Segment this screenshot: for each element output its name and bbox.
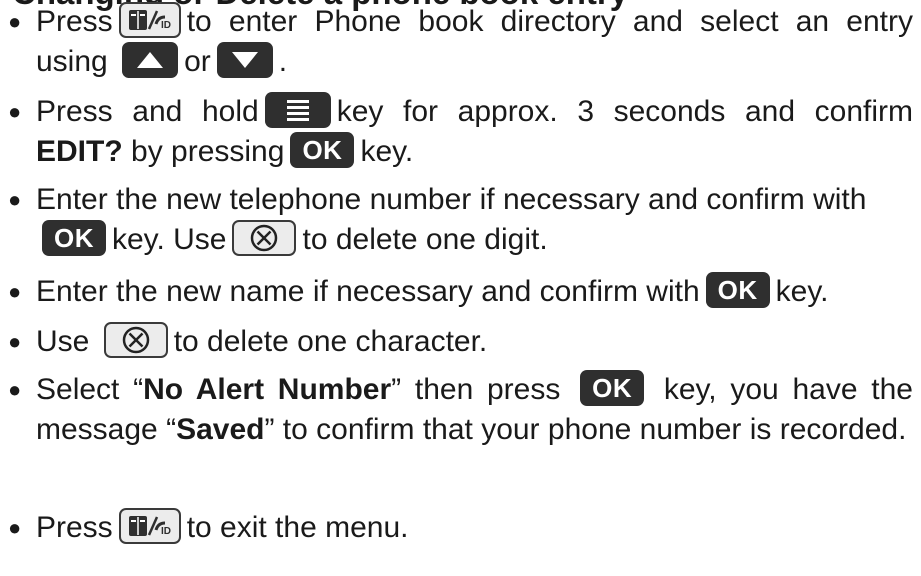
bullet: ● [8, 329, 22, 354]
list-item: ● Enter the new name if necessary and co… [8, 272, 913, 312]
list-item: ● Enter the new telephone number if nece… [8, 180, 913, 260]
list-item: ● Use to delete one character. [8, 322, 913, 362]
bullet: ● [8, 187, 22, 212]
bullet: ● [8, 515, 22, 540]
phonebook-key: ID [118, 2, 181, 39]
down-arrow-key [216, 42, 273, 79]
bullet: ● [8, 377, 22, 402]
menu-key [264, 92, 331, 129]
ok-key: OK [580, 370, 645, 407]
delete-circle-x-icon [122, 326, 149, 354]
phonebook-key: ID [118, 508, 181, 545]
delete-key [232, 220, 297, 257]
ok-key: OK [42, 220, 106, 257]
menu-lines-icon [286, 100, 309, 122]
phonebook-icon: ID [128, 10, 171, 31]
list-item: ● Select “No Alert Number” then press OK… [8, 370, 913, 450]
ok-key: OK [290, 132, 355, 169]
ok-key: OK [705, 272, 770, 309]
list-item: ● Press and hold key for approx. 3 secon… [8, 92, 913, 172]
up-arrow-icon [137, 52, 164, 69]
bullet: ● [8, 9, 22, 34]
delete-key [103, 322, 168, 359]
phonebook-icon: ID [128, 516, 171, 537]
bullet: ● [8, 279, 22, 304]
svg-text:ID: ID [161, 20, 171, 31]
bullet: ● [8, 99, 22, 124]
svg-text:ID: ID [161, 526, 171, 537]
down-arrow-icon [231, 52, 258, 69]
list-item: ● Press ID to enter Phone book directory… [8, 2, 913, 82]
delete-circle-x-icon [251, 224, 278, 252]
up-arrow-key [122, 42, 179, 79]
list-item: ● Press ID to exit the menu. [8, 508, 913, 548]
